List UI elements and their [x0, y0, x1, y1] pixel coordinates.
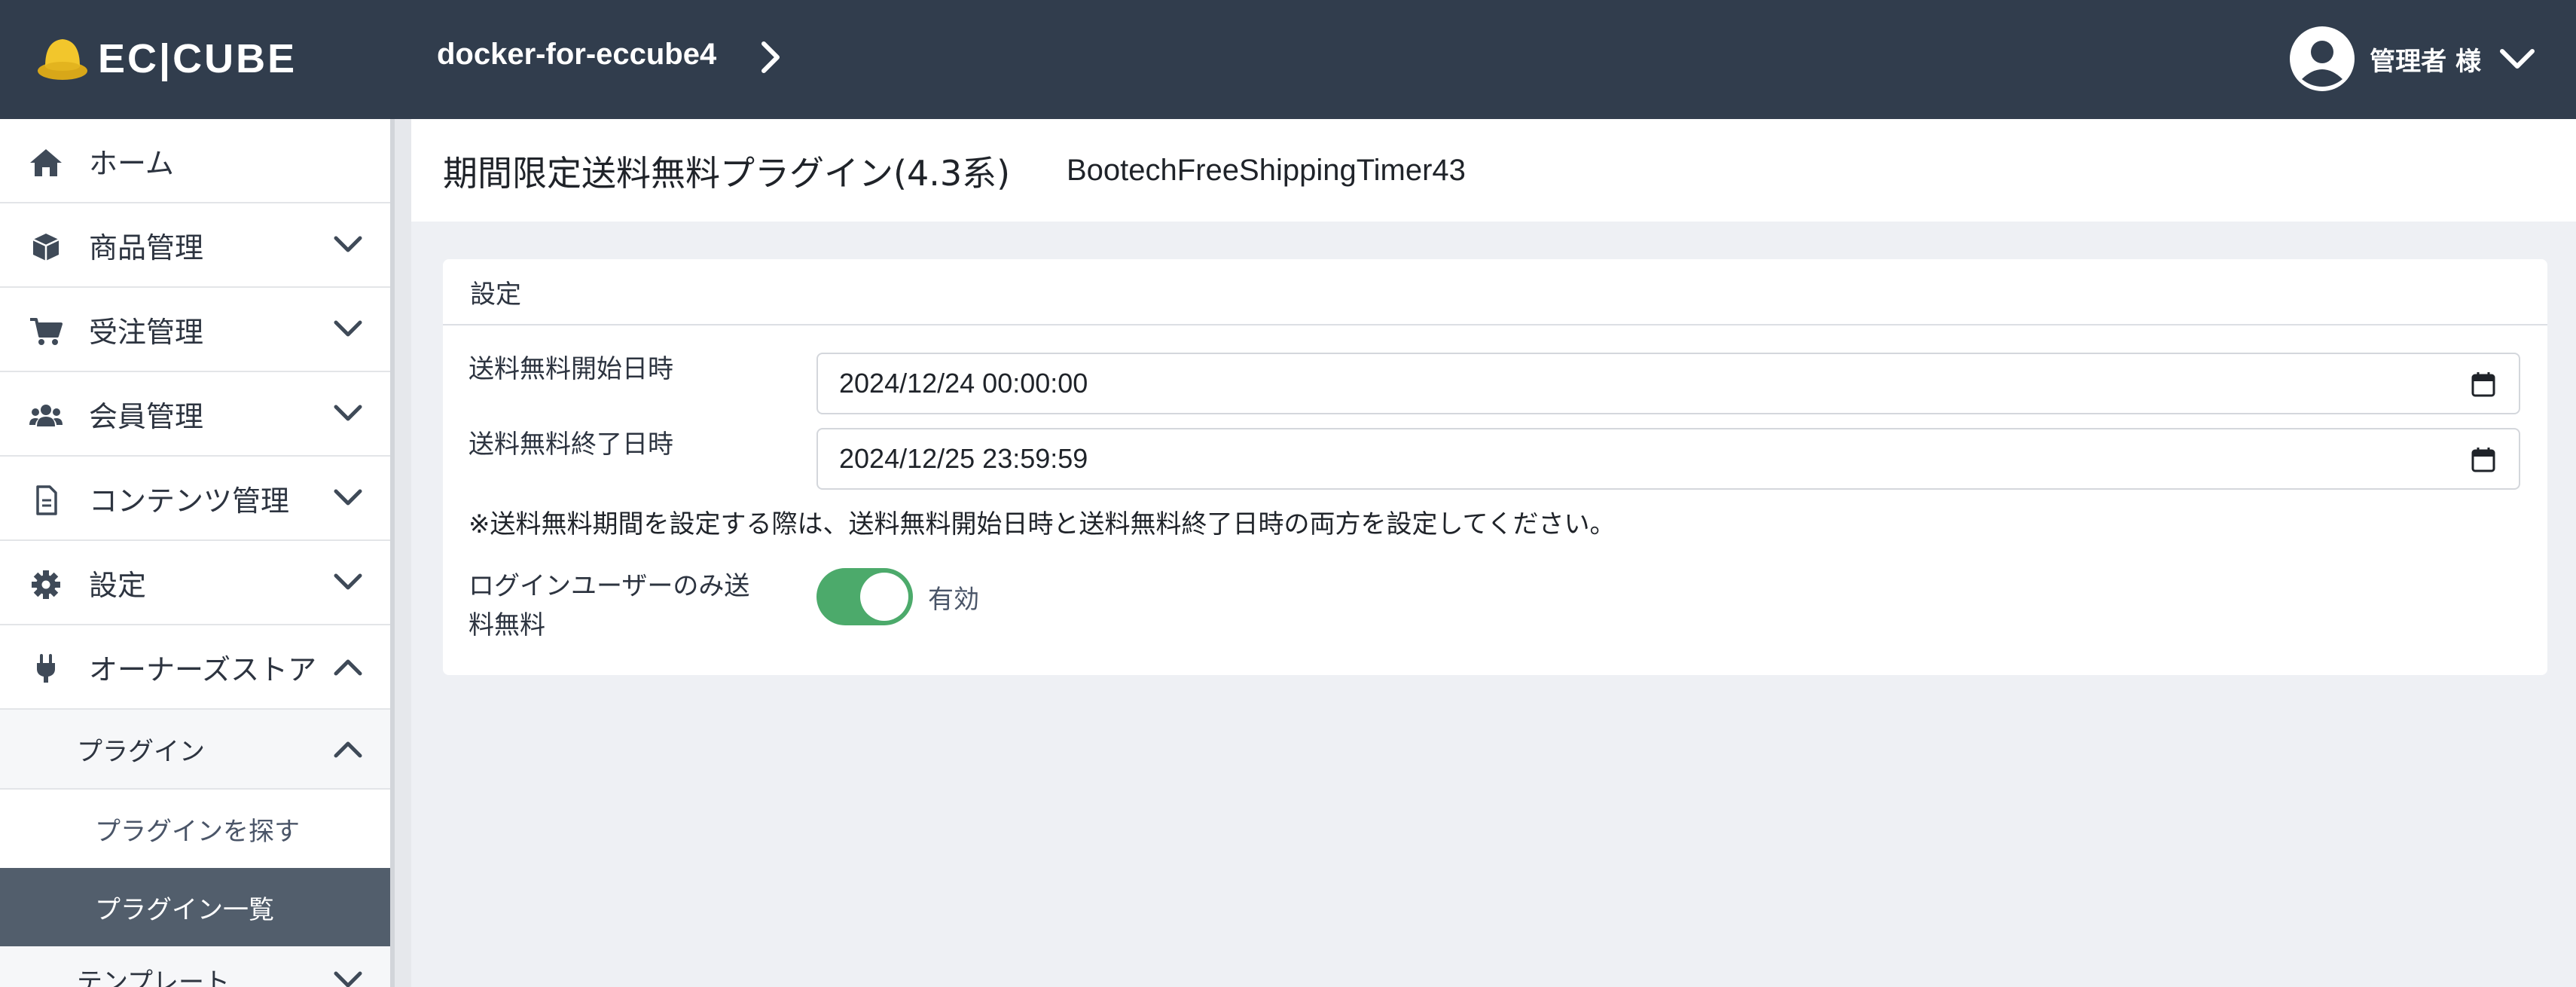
end-datetime-label: 送料無料終了日時 [469, 429, 673, 460]
chevron-down-icon [334, 320, 362, 337]
home-icon [30, 149, 62, 176]
page-title: 期間限定送料無料プラグイン(4.3系) [443, 153, 1011, 194]
login-only-label: ログインユーザーのみ送 料無料 [469, 567, 749, 645]
sidebar-item-template[interactable]: テンプレート [0, 946, 390, 987]
sidebar-item-label: プラグインを探す [95, 816, 300, 847]
eccube-logo[interactable]: EC|CUBE [36, 33, 297, 84]
box-icon [32, 234, 60, 261]
plugin-code: BootechFreeShippingTimer43 [1067, 154, 1466, 187]
sidebar-scrollbar[interactable] [390, 119, 411, 987]
shop-name[interactable]: docker-for-eccube4 [437, 38, 716, 72]
page-title-bar: 期間限定送料無料プラグイン(4.3系) BootechFreeShippingT… [411, 119, 2576, 222]
start-datetime-label: 送料無料開始日時 [469, 354, 673, 384]
card-title: 設定 [443, 259, 2547, 325]
gear-icon [32, 570, 60, 599]
file-icon [36, 485, 57, 515]
sidebar-item-label: 会員管理 [89, 399, 204, 433]
login-only-label-line1: ログインユーザーのみ送 [469, 571, 750, 601]
sidebar-item-label: 設定 [89, 568, 147, 602]
start-datetime-value: 2024/12/24 00:00:00 [839, 368, 1088, 399]
settings-card: 設定 送料無料開始日時 2024/12/24 00:00:00 送料無料終了日時… [443, 259, 2547, 675]
user-avatar-icon [2290, 26, 2355, 91]
logo-text: EC|CUBE [98, 36, 298, 81]
sidebar-item-products[interactable]: 商品管理 [0, 203, 390, 288]
plug-icon [37, 654, 55, 683]
chevron-down-icon [334, 489, 362, 506]
chevron-down-icon [334, 405, 362, 421]
sidebar-item-members[interactable]: 会員管理 [0, 372, 390, 457]
chevron-down-icon[interactable] [2496, 44, 2538, 74]
period-note: ※送料無料期間を設定する際は、送料無料開始日時と送料無料終了日時の両方を設定して… [469, 509, 1616, 539]
sidebar-item-label: ホーム [89, 146, 174, 180]
sidebar-item-label: 商品管理 [89, 231, 204, 264]
toggle-status-label: 有効 [928, 585, 979, 615]
chevron-right-icon[interactable] [756, 36, 786, 78]
calendar-icon[interactable] [2471, 371, 2496, 398]
login-only-label-line2: 料無料 [469, 610, 545, 640]
eccube-logo-icon [38, 39, 87, 80]
sidebar-item-label: コンテンツ管理 [89, 484, 290, 518]
users-icon [29, 405, 63, 426]
sidebar-item-label: プラグイン [77, 736, 205, 767]
login-only-toggle[interactable] [816, 568, 913, 625]
sidebar-item-plugin[interactable]: プラグイン [0, 710, 390, 790]
toggle-knob [860, 573, 908, 621]
chevron-up-icon [334, 741, 362, 758]
chevron-down-icon [334, 236, 362, 252]
end-datetime-input[interactable]: 2024/12/25 23:59:59 [816, 428, 2520, 490]
sidebar-item-label: オーナーズストア [89, 652, 317, 686]
start-datetime-input[interactable]: 2024/12/24 00:00:00 [816, 353, 2520, 414]
chevron-up-icon [334, 659, 362, 676]
admin-menu[interactable]: 管理者 様 [2290, 24, 2538, 93]
sidebar-item-orders[interactable]: 受注管理 [0, 288, 390, 372]
cart-icon [30, 318, 63, 345]
sidebar-item-label: 受注管理 [89, 315, 204, 349]
chevron-down-icon [334, 971, 362, 987]
sidebar-item-contents[interactable]: コンテンツ管理 [0, 457, 390, 541]
admin-name: 管理者 様 [2370, 46, 2481, 77]
sidebar-item-plugin-list[interactable]: プラグイン一覧 [0, 868, 390, 946]
sidebar-item-find-plugin[interactable]: プラグインを探す [0, 790, 390, 868]
sidebar-nav: ホーム 商品管理 受注管理 会員管理 コンテンツ管理 設定 オーナーズストア プ… [0, 119, 390, 987]
calendar-icon[interactable] [2471, 446, 2496, 473]
top-header: EC|CUBE docker-for-eccube4 管理者 様 [0, 0, 2576, 119]
chevron-down-icon [334, 573, 362, 590]
sidebar-item-settings[interactable]: 設定 [0, 541, 390, 625]
sidebar-item-owners-store[interactable]: オーナーズストア [0, 625, 390, 710]
sidebar-item-label: テンプレート [77, 967, 230, 987]
sidebar-item-label: プラグイン一覧 [95, 894, 274, 925]
end-datetime-value: 2024/12/25 23:59:59 [839, 443, 1088, 474]
sidebar-item-home[interactable]: ホーム [0, 119, 390, 203]
